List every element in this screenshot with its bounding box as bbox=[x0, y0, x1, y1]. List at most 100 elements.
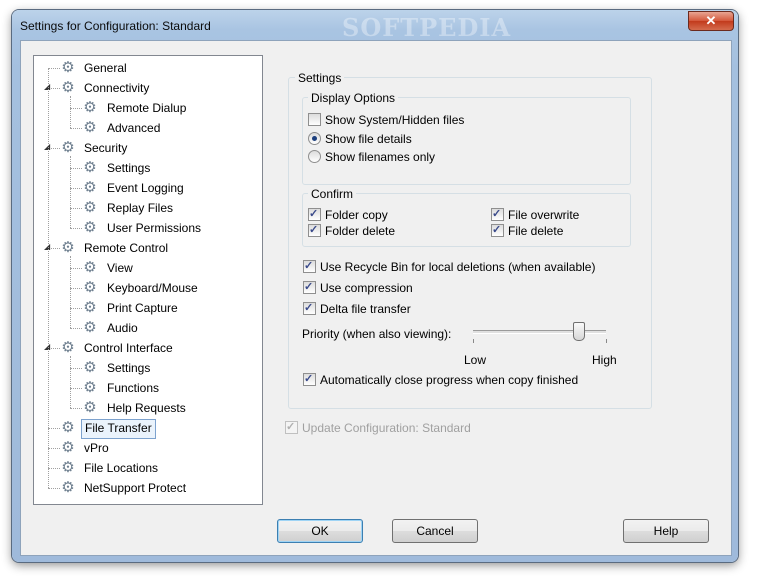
gear-icon: ⚙ bbox=[83, 119, 97, 136]
gear-icon: ⚙ bbox=[83, 179, 97, 196]
tree-item-help-requests[interactable]: ⚙ Help Requests bbox=[34, 398, 262, 418]
tree-item-settings[interactable]: ⚙ Settings bbox=[34, 158, 262, 178]
tree-item-file-transfer[interactable]: ⚙ File Transfer bbox=[34, 418, 262, 439]
tree-item-event-logging[interactable]: ⚙ Event Logging bbox=[34, 178, 262, 198]
folder-delete-checkbox[interactable]: Folder delete bbox=[308, 222, 395, 239]
tree-item-security[interactable]: ◢ ⚙ Security bbox=[34, 138, 262, 158]
tree-item-connectivity[interactable]: ◢ ⚙ Connectivity bbox=[34, 78, 262, 98]
tree-item-label: Help Requests bbox=[107, 401, 186, 415]
tree-item-vpro[interactable]: ⚙ vPro bbox=[34, 438, 262, 458]
gear-icon: ⚙ bbox=[61, 339, 75, 356]
show-names-label: Show filenames only bbox=[325, 150, 436, 164]
gear-icon: ⚙ bbox=[61, 419, 75, 436]
gear-icon: ⚙ bbox=[83, 399, 97, 416]
folder-delete-check[interactable] bbox=[308, 222, 321, 238]
show-details-radio-mark[interactable] bbox=[308, 132, 321, 145]
tree-item-label: Settings bbox=[107, 361, 151, 375]
tree-item-functions[interactable]: ⚙ Functions bbox=[34, 378, 262, 398]
gear-icon: ⚙ bbox=[83, 299, 97, 316]
update-config-checkbox[interactable]: Update Configuration: Standard bbox=[285, 419, 471, 436]
gear-icon: ⚙ bbox=[61, 239, 75, 256]
tree-item-file-locations[interactable]: ⚙ File Locations bbox=[34, 458, 262, 478]
settings-tree[interactable]: ⚙ General ◢ ⚙ Connectivity ⚙ Remote Dialup ⚙ Adv… bbox=[33, 55, 263, 505]
tree-item-general[interactable]: ⚙ General bbox=[34, 58, 262, 78]
show-details-radio[interactable]: Show file details bbox=[308, 131, 412, 147]
show-names-radio[interactable]: Show filenames only bbox=[308, 149, 435, 165]
update-config-check[interactable] bbox=[285, 419, 298, 435]
gear-icon: ⚙ bbox=[83, 159, 97, 176]
tree-item-remote-control[interactable]: ◢ ⚙ Remote Control bbox=[34, 238, 262, 258]
tree-item-audio[interactable]: ⚙ Audio bbox=[34, 318, 262, 338]
tree-item-keyboard-mouse[interactable]: ⚙ Keyboard/Mouse bbox=[34, 278, 262, 298]
tree-item-netsupport-protect[interactable]: ⚙ NetSupport Protect bbox=[34, 478, 262, 498]
tree-item-user-permissions[interactable]: ⚙ User Permissions bbox=[34, 218, 262, 238]
show-hidden-check[interactable] bbox=[308, 113, 321, 126]
gear-icon: ⚙ bbox=[61, 459, 75, 476]
file-overwrite-check[interactable] bbox=[491, 206, 504, 222]
tree-item-label: Advanced bbox=[107, 121, 161, 135]
delta-transfer-label: Delta file transfer bbox=[320, 302, 411, 316]
tree-item-label: Remote Control bbox=[84, 241, 169, 255]
file-delete-check[interactable] bbox=[491, 222, 504, 238]
gear-icon: ⚙ bbox=[61, 139, 75, 156]
gear-icon: ⚙ bbox=[61, 479, 75, 496]
recycle-bin-check[interactable] bbox=[303, 258, 316, 274]
close-button[interactable]: ✕ bbox=[688, 11, 734, 31]
window-title: Settings for Configuration: Standard bbox=[20, 19, 211, 33]
tree-item-replay-files[interactable]: ⚙ Replay Files bbox=[34, 198, 262, 218]
tree-item-label: File Transfer bbox=[81, 419, 156, 439]
tree-connector bbox=[48, 68, 49, 488]
file-delete-checkbox[interactable]: File delete bbox=[491, 222, 564, 239]
file-overwrite-label: File overwrite bbox=[508, 208, 580, 222]
priority-slider-thumb[interactable] bbox=[573, 322, 586, 341]
gear-icon: ⚙ bbox=[61, 439, 75, 456]
tree-item-label: Connectivity bbox=[84, 81, 150, 95]
file-overwrite-checkbox[interactable]: File overwrite bbox=[491, 206, 580, 223]
title-bar[interactable]: Settings for Configuration: Standard SOF… bbox=[12, 10, 738, 42]
recycle-bin-label: Use Recycle Bin for local deletions (whe… bbox=[320, 260, 596, 274]
show-hidden-checkbox[interactable]: Show System/Hidden files bbox=[308, 112, 464, 128]
gear-icon: ⚙ bbox=[61, 79, 75, 96]
dialog-body: ⚙ General ◢ ⚙ Connectivity ⚙ Remote Dialup ⚙ Adv… bbox=[20, 40, 732, 556]
slider-tick bbox=[606, 339, 607, 343]
compression-checkbox[interactable]: Use compression bbox=[303, 279, 413, 296]
update-config-label: Update Configuration: Standard bbox=[302, 421, 471, 435]
tree-item-label: Functions bbox=[107, 381, 160, 395]
display-options-title: Display Options bbox=[308, 91, 399, 105]
tree-connector bbox=[70, 96, 71, 128]
tree-item-label: General bbox=[84, 61, 127, 75]
auto-close-check[interactable] bbox=[303, 371, 316, 387]
confirm-title: Confirm bbox=[308, 187, 357, 201]
settings-group-title: Settings bbox=[295, 71, 345, 85]
file-delete-label: File delete bbox=[508, 224, 564, 238]
cancel-button[interactable]: Cancel bbox=[392, 519, 478, 543]
gear-icon: ⚙ bbox=[83, 379, 97, 396]
show-names-radio-mark[interactable] bbox=[308, 150, 321, 163]
folder-copy-checkbox[interactable]: Folder copy bbox=[308, 206, 388, 223]
watermark: SOFTPEDIA bbox=[342, 13, 512, 42]
recycle-bin-checkbox[interactable]: Use Recycle Bin for local deletions (whe… bbox=[303, 258, 596, 275]
priority-high-label: High bbox=[592, 353, 617, 367]
tree-item-label: Control Interface bbox=[84, 341, 173, 355]
show-hidden-label: Show System/Hidden files bbox=[325, 113, 465, 127]
priority-low-label: Low bbox=[464, 353, 487, 367]
tree-item-label: Event Logging bbox=[107, 181, 184, 195]
tree-item-control-interface[interactable]: ◢ ⚙ Control Interface bbox=[34, 338, 262, 358]
tree-item-label: vPro bbox=[84, 441, 109, 455]
folder-copy-label: Folder copy bbox=[325, 208, 388, 222]
tree-item-view[interactable]: ⚙ View bbox=[34, 258, 262, 278]
tree-item-advanced[interactable]: ⚙ Advanced bbox=[34, 118, 262, 138]
help-button[interactable]: Help bbox=[623, 519, 709, 543]
gear-icon: ⚙ bbox=[83, 99, 97, 116]
tree-item-remote-dialup[interactable]: ⚙ Remote Dialup bbox=[34, 98, 262, 118]
tree-item-settings[interactable]: ⚙ Settings bbox=[34, 358, 262, 378]
priority-slider-track[interactable] bbox=[473, 330, 606, 334]
auto-close-checkbox[interactable]: Automatically close progress when copy f… bbox=[303, 371, 578, 388]
delta-transfer-check[interactable] bbox=[303, 300, 316, 316]
tree-item-print-capture[interactable]: ⚙ Print Capture bbox=[34, 298, 262, 318]
folder-copy-check[interactable] bbox=[308, 206, 321, 222]
tree-item-label: Print Capture bbox=[107, 301, 178, 315]
delta-transfer-checkbox[interactable]: Delta file transfer bbox=[303, 300, 411, 317]
ok-button[interactable]: OK bbox=[277, 519, 363, 543]
compression-check[interactable] bbox=[303, 279, 316, 295]
